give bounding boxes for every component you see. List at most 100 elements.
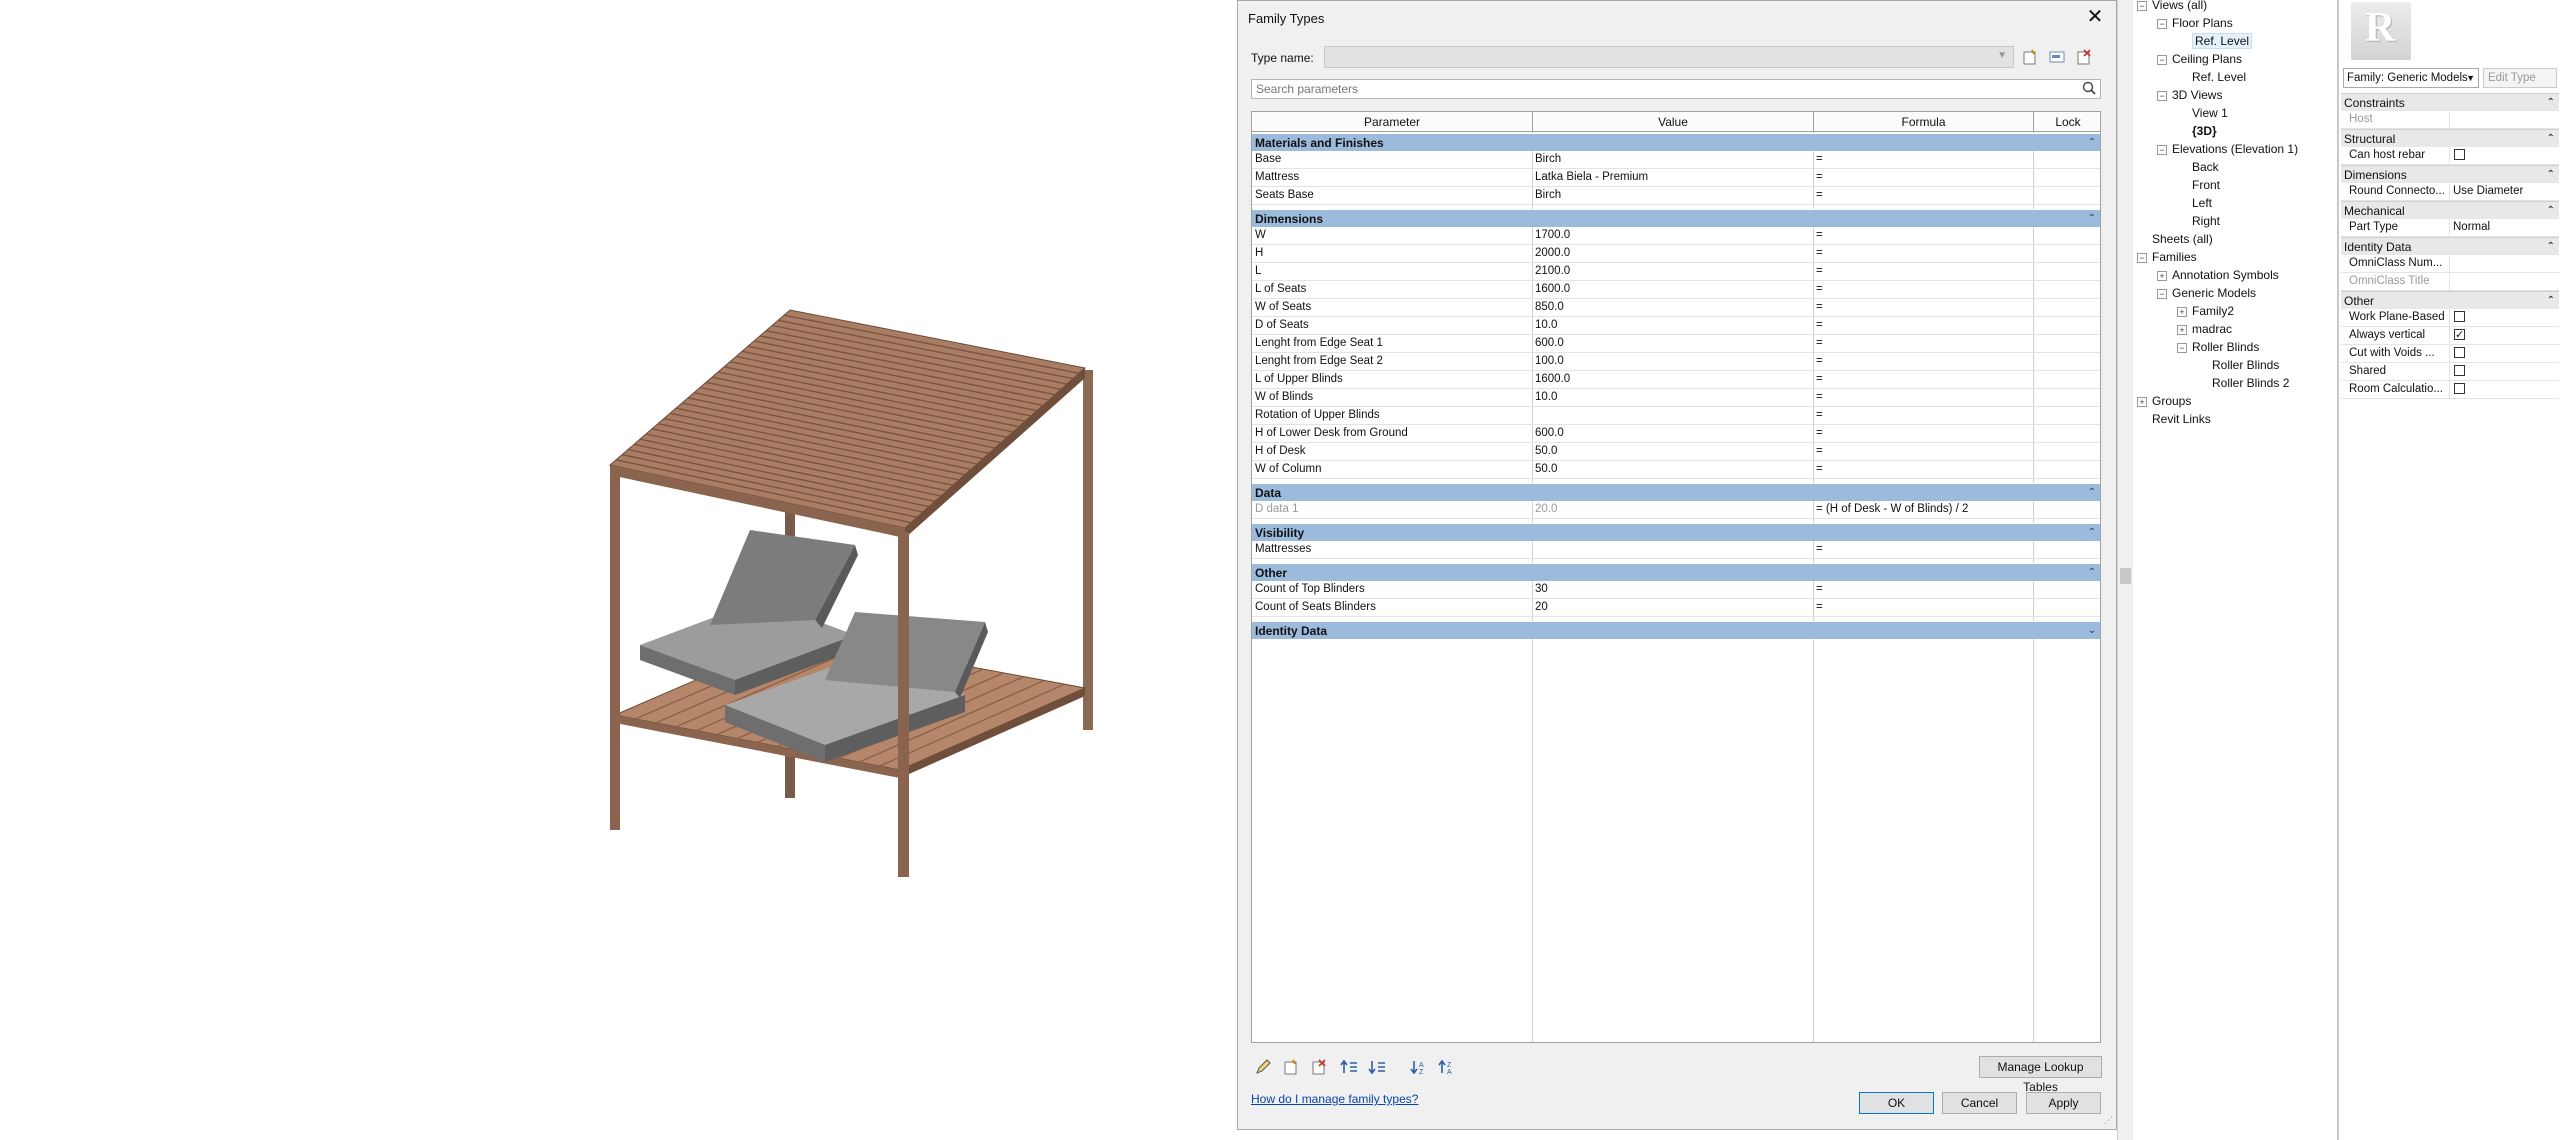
parameter-value[interactable]: 20.0 [1535, 501, 1805, 518]
column-header-formula[interactable]: Formula [1814, 112, 2034, 132]
property-value[interactable] [2449, 273, 2557, 290]
property-row[interactable]: OmniClass Num... [2341, 255, 2559, 273]
rename-type-icon[interactable] [2046, 46, 2068, 68]
property-group-header[interactable]: Structural ⌃ [2341, 129, 2559, 147]
browser-node[interactable]: Right [2177, 212, 2220, 230]
parameter-formula[interactable]: = [1816, 169, 2026, 186]
checkbox[interactable] [2454, 327, 2465, 344]
parameter-row[interactable]: Rotation of Upper Blinds90.00°= [1252, 407, 2100, 425]
parameter-formula[interactable]: = [1816, 407, 2026, 424]
property-group-header[interactable]: Constraints ⌃ [2341, 93, 2559, 111]
browser-node[interactable]: − Families [2137, 248, 2197, 266]
browser-node[interactable]: + madrac [2177, 320, 2232, 338]
parameter-formula[interactable]: = [1816, 389, 2026, 406]
collapse-icon[interactable]: − [2157, 288, 2167, 299]
search-parameters-field[interactable] [1251, 79, 2101, 99]
collapse-icon[interactable]: − [2137, 0, 2147, 11]
parameter-value[interactable]: 1600.0 [1535, 281, 1805, 298]
collapse-icon[interactable]: ⌃ [2547, 166, 2555, 184]
parameter-formula[interactable]: = [1816, 353, 2026, 370]
property-value[interactable] [2449, 363, 2557, 380]
property-group-header[interactable]: Mechanical ⌃ [2341, 201, 2559, 219]
apply-button[interactable]: Apply [2026, 1092, 2101, 1114]
parameter-formula[interactable]: = [1816, 187, 2026, 204]
property-row[interactable]: Host [2341, 111, 2559, 129]
parameter-row[interactable]: W of Blinds 10.0 = [1252, 389, 2100, 407]
column-header-parameter[interactable]: Parameter [1252, 112, 1533, 132]
parameter-formula[interactable]: = [1816, 245, 2026, 262]
parameter-group-header[interactable]: Visibility ⌃ [1252, 523, 2100, 542]
checkbox[interactable] [2454, 365, 2465, 376]
browser-node[interactable]: − Floor Plans [2157, 14, 2233, 32]
browser-node[interactable]: − Generic Models [2157, 284, 2256, 302]
parameter-value[interactable]: 10.0 [1535, 317, 1805, 334]
browser-node[interactable]: Back [2177, 158, 2219, 176]
parameter-row[interactable]: Lenght from Edge Seat 2 100.0 = [1252, 353, 2100, 371]
parameter-row[interactable]: Mattresses = [1252, 541, 2100, 559]
collapse-icon[interactable]: ⌃ [2547, 292, 2555, 310]
parameter-row[interactable]: W of Seats 850.0 = [1252, 299, 2100, 317]
parameter-formula[interactable]: = [1816, 227, 2026, 244]
close-icon[interactable]: ✕ [2084, 5, 2106, 29]
property-value[interactable] [2449, 111, 2557, 128]
property-row[interactable]: Cut with Voids ... [2341, 345, 2559, 363]
property-value[interactable] [2449, 309, 2557, 326]
parameter-formula[interactable]: = [1816, 371, 2026, 388]
browser-node[interactable]: −3D Views [2157, 86, 2222, 104]
parameter-formula[interactable]: = [1816, 263, 2026, 280]
parameter-formula[interactable]: = [1816, 317, 2026, 334]
checkbox[interactable] [2454, 311, 2465, 322]
property-row[interactable]: Always vertical [2341, 327, 2559, 345]
browser-node[interactable]: − Elevations (Elevation 1) [2157, 140, 2298, 158]
parameter-value[interactable]: 600.0 [1535, 425, 1805, 442]
parameter-formula[interactable]: = [1816, 335, 2026, 352]
property-value[interactable] [2449, 255, 2557, 272]
collapse-icon[interactable]: ⌃ [2088, 524, 2096, 542]
3d-viewport[interactable] [0, 0, 1240, 1140]
browser-node[interactable]: Revit Links [2137, 410, 2211, 428]
edit-type-button[interactable]: Edit Type [2483, 68, 2557, 88]
delete-parameter-icon[interactable] [1308, 1056, 1330, 1078]
parameter-row[interactable]: Count of Top Blinders 30 = [1252, 581, 2100, 599]
parameter-group-header[interactable]: Dimensions ⌃ [1252, 209, 2100, 227]
parameter-row[interactable]: H of Lower Desk from Ground 600.0 = [1252, 425, 2100, 443]
parameter-value[interactable]: 30 [1535, 581, 1805, 598]
property-row[interactable]: Shared [2341, 363, 2559, 381]
parameter-value[interactable]: Birch [1535, 187, 1805, 204]
parameter-row[interactable]: L 2100.0 = [1252, 263, 2100, 281]
new-parameter-icon[interactable] [1280, 1056, 1302, 1078]
collapse-icon[interactable]: − [2157, 144, 2167, 155]
parameter-value[interactable]: Latka Biela - Premium [1535, 169, 1805, 186]
manage-lookup-tables-button[interactable]: Manage Lookup Tables [1979, 1056, 2102, 1094]
parameter-row[interactable]: Lenght from Edge Seat 1 600.0 = [1252, 335, 2100, 353]
parameter-value[interactable]: 50.0 [1535, 443, 1805, 460]
browser-node[interactable]: Sheets (all) [2137, 230, 2213, 248]
browser-node[interactable]: − Ceiling Plans [2157, 50, 2242, 68]
parameter-row[interactable]: Seats Base Birch = [1252, 187, 2100, 205]
property-value[interactable]: Use Diameter [2449, 183, 2557, 200]
parameter-row[interactable]: L of Seats 1600.0 = [1252, 281, 2100, 299]
browser-node[interactable]: Roller Blinds 2 [2197, 374, 2289, 392]
property-group-header[interactable]: Other ⌃ [2341, 291, 2559, 309]
collapse-icon[interactable]: − [2157, 18, 2167, 29]
collapse-icon[interactable]: ⌄ [2088, 622, 2096, 640]
collapse-icon[interactable]: ⌃ [2547, 130, 2555, 148]
expand-icon[interactable]: + [2137, 396, 2147, 407]
parameter-value[interactable]: 2000.0 [1535, 245, 1805, 262]
parameter-row[interactable]: W 1700.0 = [1252, 227, 2100, 245]
parameter-value[interactable]: 100.0 [1535, 353, 1805, 370]
resize-grip-icon[interactable]: ⋰ [2104, 1115, 2113, 1126]
expand-icon[interactable]: + [2177, 324, 2187, 335]
parameter-formula[interactable]: = [1816, 581, 2026, 598]
property-row[interactable]: Round Connecto... Use Diameter [2341, 183, 2559, 201]
parameter-value[interactable]: Birch [1535, 151, 1805, 168]
collapse-icon[interactable]: ⌃ [2547, 238, 2555, 256]
parameter-row[interactable]: Count of Seats Blinders 20 = [1252, 599, 2100, 617]
parameter-formula[interactable]: = [1816, 281, 2026, 298]
parameter-formula[interactable]: = [1816, 151, 2026, 168]
parameter-group-header[interactable]: Other ⌃ [1252, 563, 2100, 581]
property-row[interactable]: Work Plane-Based [2341, 309, 2559, 327]
parameter-formula[interactable]: = [1816, 443, 2026, 460]
cancel-button[interactable]: Cancel [1942, 1092, 2017, 1114]
move-down-icon[interactable] [1366, 1056, 1388, 1078]
